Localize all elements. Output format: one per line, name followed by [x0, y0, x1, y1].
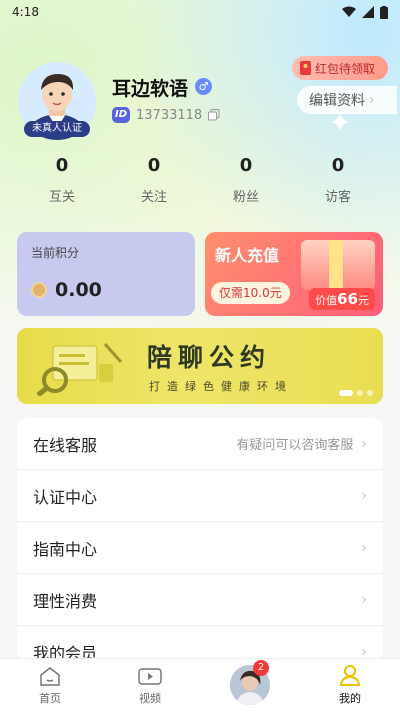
male-icon: ♂: [195, 78, 212, 95]
user-icon: [339, 665, 361, 686]
tab-label: 我的: [339, 692, 361, 705]
tab-mine[interactable]: 我的: [300, 659, 400, 712]
new-user-recharge-card[interactable]: 新人充值 仅需10.0元 价值66元: [205, 232, 383, 316]
menu-item-guide[interactable]: 指南中心 ›: [17, 522, 383, 574]
banner-title: 陪聊公约: [147, 343, 272, 372]
menu-label: 理性消费: [33, 591, 98, 611]
menu-label: 指南中心: [33, 539, 98, 559]
points-label: 当前积分: [31, 246, 80, 260]
redpack-button[interactable]: 红包待领取: [292, 56, 388, 80]
banner-subtitle: 打造绿色健康环境: [149, 380, 293, 393]
menu-item-customer-service[interactable]: 在线客服 有疑问可以咨询客服 ›: [17, 418, 383, 470]
stat-label: 互关: [48, 190, 75, 205]
video-icon: [138, 668, 162, 685]
edit-profile-button[interactable]: 编辑资料 ›: [297, 86, 397, 114]
stat-label: 粉丝: [232, 190, 259, 205]
chevron-right-icon: ›: [361, 487, 367, 504]
menu-label: 认证中心: [33, 487, 98, 507]
stat-mutual[interactable]: 0 互关: [16, 155, 108, 205]
gift-box-icon: [301, 240, 375, 290]
stat-visitors[interactable]: 0 访客: [292, 155, 384, 205]
home-icon: [40, 667, 60, 686]
stat-label: 关注: [140, 190, 167, 205]
tab-label: 首页: [39, 692, 61, 705]
chat-convention-banner[interactable]: 陪聊公约 打造绿色健康环境: [17, 328, 383, 404]
nickname: 耳边软语: [112, 78, 189, 100]
settings-menu: 在线客服 有疑问可以咨询客服 › 认证中心 › 指南中心 › 理性消费 › 我的…: [17, 418, 383, 662]
verify-tag[interactable]: 未真人认证: [24, 121, 90, 137]
redpack-label: 红包待领取: [315, 61, 376, 76]
tab-label: 视频: [139, 692, 161, 705]
status-bar: 4:18: [0, 0, 400, 24]
banner-pagination: [339, 390, 373, 396]
recharge-price: 仅需10.0元: [211, 282, 290, 304]
chevron-right-icon: ›: [361, 435, 367, 452]
message-badge: 2: [253, 660, 269, 676]
copy-icon[interactable]: [208, 109, 220, 121]
sparkle-icon: [330, 112, 350, 132]
chevron-right-icon: ›: [369, 92, 375, 108]
battery-icon: [380, 5, 388, 19]
stat-fans[interactable]: 0 粉丝: [200, 155, 292, 205]
pagination-dot: [357, 390, 363, 396]
chevron-right-icon: ›: [361, 591, 367, 608]
stat-value: 0: [147, 155, 161, 176]
edit-profile-label: 编辑资料: [309, 93, 365, 109]
signal-icon: [362, 6, 374, 18]
menu-item-rational-spending[interactable]: 理性消费 ›: [17, 574, 383, 626]
tab-home[interactable]: 首页: [0, 659, 100, 712]
stat-value: 0: [331, 155, 345, 176]
stat-following[interactable]: 0 关注: [108, 155, 200, 205]
tab-video[interactable]: 视频: [100, 659, 200, 712]
menu-hint: 有疑问可以咨询客服: [236, 438, 354, 453]
stat-value: 0: [55, 155, 69, 176]
wifi-icon: [342, 6, 356, 17]
tab-center-avatar[interactable]: [200, 659, 300, 712]
red-envelope-icon: [300, 61, 311, 75]
recharge-value-badge: 价值66元: [309, 288, 375, 310]
stat-value: 0: [239, 155, 253, 176]
stat-label: 访客: [324, 190, 351, 205]
points-card[interactable]: 当前积分 0.00: [17, 232, 195, 316]
stats-row: 0 互关 0 关注 0 粉丝 0 访客: [16, 155, 384, 205]
user-id-row: ID 13733118: [112, 107, 220, 123]
bottom-nav: 首页 视频 我的: [0, 658, 400, 712]
status-time: 4:18: [12, 5, 39, 19]
id-badge-icon: ID: [112, 107, 130, 123]
points-value: 0.00: [55, 279, 102, 301]
pagination-dot: [367, 390, 373, 396]
menu-item-verification[interactable]: 认证中心 ›: [17, 470, 383, 522]
pagination-dot: [339, 390, 353, 396]
menu-item-membership[interactable]: 我的会员 ›: [17, 626, 383, 663]
menu-label: 在线客服: [33, 435, 98, 455]
chevron-right-icon: ›: [361, 539, 367, 556]
coin-icon: [31, 282, 47, 298]
user-id: 13733118: [136, 107, 203, 123]
document-magnifier-illustration: [36, 343, 123, 396]
